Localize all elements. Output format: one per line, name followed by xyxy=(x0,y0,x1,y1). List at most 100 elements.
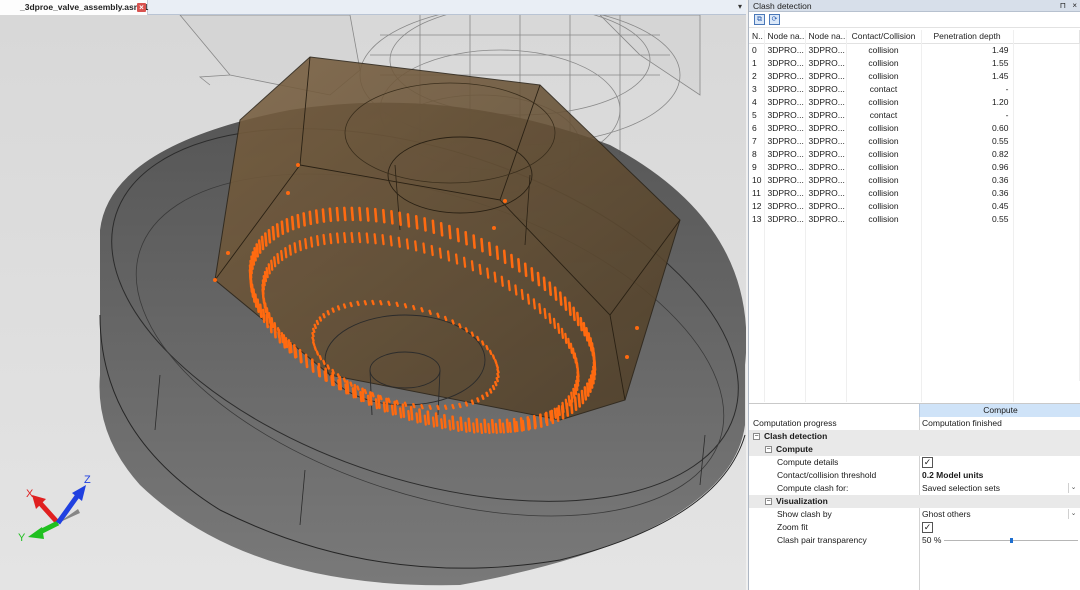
cell-filler xyxy=(1013,160,1080,173)
compute-for-select[interactable]: Saved selection sets ⌄ xyxy=(919,482,1079,495)
table-row[interactable]: 6 3DPRO... 3DPRO... collision 0.60 xyxy=(749,121,1080,134)
transparency-slider[interactable]: 50 % xyxy=(919,534,1079,547)
3d-scene[interactable]: X Y Z xyxy=(0,15,746,590)
close-icon[interactable]: × xyxy=(1072,0,1077,12)
column-header-contact-collision[interactable]: Contact/Collision xyxy=(846,30,922,44)
cell-number xyxy=(749,238,765,251)
table-row[interactable]: 3 3DPRO... 3DPRO... contact - xyxy=(749,82,1080,95)
cell-node-b: 3DPRO... xyxy=(805,95,847,108)
cell-contact-collision xyxy=(846,316,922,329)
table-row[interactable]: 7 3DPRO... 3DPRO... collision 0.55 xyxy=(749,134,1080,147)
cell-node-a xyxy=(764,316,806,329)
cell-filler xyxy=(1013,329,1080,342)
cell-number xyxy=(749,303,765,316)
pin-icon[interactable]: ⊓ xyxy=(1060,0,1066,12)
property-label: Computation progress xyxy=(753,418,837,428)
cell-number xyxy=(749,368,765,381)
cell-penetration-depth xyxy=(921,264,1014,277)
chevron-down-icon[interactable]: ⌄ xyxy=(1068,509,1078,519)
cell-node-b: 3DPRO... xyxy=(805,160,847,173)
table-row[interactable]: 8 3DPRO... 3DPRO... collision 0.82 xyxy=(749,147,1080,160)
table-row-empty xyxy=(749,329,1080,342)
cell-filler xyxy=(1013,264,1080,277)
cell-node-a xyxy=(764,251,806,264)
collapse-icon[interactable]: − xyxy=(765,446,772,454)
cell-filler xyxy=(1013,134,1080,147)
select-clash-icon[interactable]: ⧉ xyxy=(754,14,765,25)
property-value: ✓ xyxy=(919,521,1079,534)
cell-number: 4 xyxy=(749,95,765,108)
cell-node-a: 3DPRO... xyxy=(764,43,806,56)
cell-contact-collision xyxy=(846,277,922,290)
cell-filler xyxy=(1013,121,1080,134)
table-header-row: N.. Node na... Node na... Contact/Collis… xyxy=(749,30,1080,44)
collapse-icon[interactable]: − xyxy=(753,433,760,441)
compute-header[interactable]: Compute xyxy=(919,404,1080,417)
threshold-field[interactable]: 0.2 Model units xyxy=(919,469,1079,482)
table-row[interactable]: 12 3DPRO... 3DPRO... collision 0.45 xyxy=(749,199,1080,212)
compute-details-checkbox[interactable]: ✓ xyxy=(922,457,933,468)
tab-dropdown-icon[interactable]: ▾ xyxy=(738,2,742,11)
cell-node-b xyxy=(805,251,847,264)
cell-node-b: 3DPRO... xyxy=(805,173,847,186)
cell-penetration-depth xyxy=(921,355,1014,368)
slider-thumb[interactable] xyxy=(1010,538,1013,543)
cell-contact-collision: collision xyxy=(846,173,922,186)
property-row-compute-details: Compute details ✓ xyxy=(749,456,1080,469)
group-visualization[interactable]: − Visualization xyxy=(749,495,1080,508)
panel-title-bar: Clash detection ⊓ × xyxy=(749,0,1080,12)
compute-header-row: Compute xyxy=(749,404,1080,417)
cell-filler xyxy=(1013,82,1080,95)
cell-penetration-depth: - xyxy=(921,82,1014,95)
column-header-node-a[interactable]: Node na... xyxy=(764,30,806,44)
column-header-penetration-depth[interactable]: Penetration depth xyxy=(921,30,1014,44)
cell-node-b: 3DPRO... xyxy=(805,56,847,69)
close-icon[interactable]: × xyxy=(137,3,146,12)
cell-node-a xyxy=(764,238,806,251)
column-header-node-b[interactable]: Node na... xyxy=(805,30,847,44)
zoom-fit-checkbox[interactable]: ✓ xyxy=(922,522,933,533)
column-header-filler xyxy=(1013,30,1080,44)
category-clash-detection[interactable]: − Clash detection xyxy=(749,430,1080,443)
table-row[interactable]: 4 3DPRO... 3DPRO... collision 1.20 xyxy=(749,95,1080,108)
document-tab[interactable]: _3dproe_valve_assembly.asm.1 × xyxy=(0,0,148,15)
cell-number xyxy=(749,277,765,290)
table-row[interactable]: 10 3DPRO... 3DPRO... collision 0.36 xyxy=(749,173,1080,186)
table-row[interactable]: 2 3DPRO... 3DPRO... collision 1.45 xyxy=(749,69,1080,82)
table-row[interactable]: 9 3DPRO... 3DPRO... collision 0.96 xyxy=(749,160,1080,173)
axis-z-label: Z xyxy=(84,474,91,486)
property-label: Zoom fit xyxy=(777,522,808,532)
cell-penetration-depth: 1.55 xyxy=(921,56,1014,69)
table-row-empty xyxy=(749,225,1080,238)
cell-node-b xyxy=(805,303,847,316)
table-row[interactable]: 0 3DPRO... 3DPRO... collision 1.49 xyxy=(749,43,1080,56)
refresh-icon[interactable]: ⟳ xyxy=(769,14,780,25)
cell-filler xyxy=(1013,56,1080,69)
cell-number: 1 xyxy=(749,56,765,69)
3d-viewport[interactable]: X Y Z xyxy=(0,15,746,590)
cell-contact-collision: collision xyxy=(846,43,922,56)
cell-node-a xyxy=(764,225,806,238)
table-row[interactable]: 5 3DPRO... 3DPRO... contact - xyxy=(749,108,1080,121)
chevron-down-icon[interactable]: ⌄ xyxy=(1068,483,1078,493)
table-row[interactable]: 1 3DPRO... 3DPRO... collision 1.55 xyxy=(749,56,1080,69)
cell-filler xyxy=(1013,368,1080,381)
table-row[interactable]: 11 3DPRO... 3DPRO... collision 0.36 xyxy=(749,186,1080,199)
group-compute[interactable]: − Compute xyxy=(749,443,1080,456)
collapse-icon[interactable]: − xyxy=(765,498,772,506)
table-row[interactable]: 13 3DPRO... 3DPRO... collision 0.55 xyxy=(749,212,1080,225)
column-header-number[interactable]: N.. xyxy=(749,30,765,44)
cell-penetration-depth xyxy=(921,277,1014,290)
show-clash-select[interactable]: Ghost others ⌄ xyxy=(919,508,1079,521)
cell-node-a: 3DPRO... xyxy=(764,186,806,199)
cell-contact-collision: collision xyxy=(846,69,922,82)
cell-number: 8 xyxy=(749,147,765,160)
cell-node-a: 3DPRO... xyxy=(764,173,806,186)
grid-divider xyxy=(919,547,920,590)
cell-node-b xyxy=(805,277,847,290)
cell-penetration-depth xyxy=(921,368,1014,381)
cell-filler xyxy=(1013,69,1080,82)
cell-contact-collision xyxy=(846,290,922,303)
table-row-empty xyxy=(749,251,1080,264)
cell-node-a: 3DPRO... xyxy=(764,95,806,108)
